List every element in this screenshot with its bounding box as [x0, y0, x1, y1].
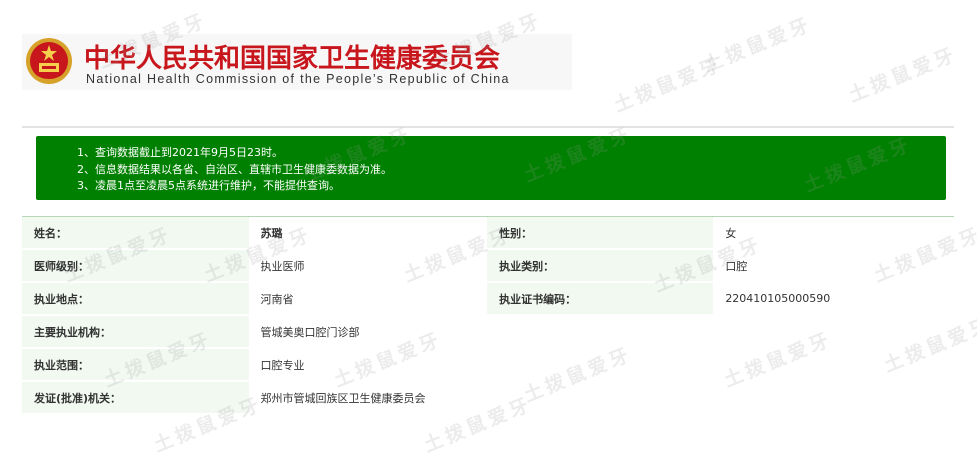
level-label: 医师级别： [22, 248, 249, 283]
institution-label: 主要执业机构： [22, 314, 249, 349]
header-divider [22, 126, 954, 128]
site-title-en: National Health Commission of the People… [86, 72, 510, 86]
issuer-value: 郑州市管城回族区卫生健康委员会 [248, 380, 954, 415]
gender-value: 女 [713, 216, 954, 250]
notice-box: 1、查询数据截止到2021年9月5日23时。 2、信息数据结果以各省、自治区、直… [36, 136, 946, 200]
level-value: 执业医师 [248, 248, 488, 283]
site-title-cn: 中华人民共和国国家卫生健康委员会 [84, 44, 501, 74]
table-row: 执业地点： 河南省 执业证书编码： 220410105000590 [22, 281, 954, 316]
location-value: 河南省 [248, 281, 488, 316]
cert-label: 执业证书编码： [487, 281, 714, 316]
table-row: 主要执业机构： 管城美奥口腔门诊部 [22, 314, 954, 349]
category-label: 执业类别： [487, 248, 714, 283]
nhc-logo: 中华人民共和国国家卫生健康委员会 National Health Commiss… [22, 34, 572, 90]
institution-value: 管城美奥口腔门诊部 [248, 314, 954, 349]
watermark-text: 土拨鼠爱牙 [610, 53, 726, 117]
cert-value: 220410105000590 [713, 281, 954, 316]
notice-line: 3、凌晨1点至凌晨5点系统进行维护，不能提供查询。 [77, 179, 340, 192]
table-row: 发证(批准)机关： 郑州市管城回族区卫生健康委员会 [22, 380, 954, 415]
name-value: 苏璐 [248, 216, 488, 250]
name-label: 姓名： [22, 216, 249, 250]
notice-line: 1、查询数据截止到2021年9月5日23时。 [77, 146, 283, 159]
watermark-text: 土拨鼠爱牙 [700, 13, 816, 77]
notice-line: 2、信息数据结果以各省、自治区、直辖市卫生健康委数据为准。 [77, 162, 392, 176]
national-emblem-icon [26, 38, 72, 84]
table-row: 姓名： 苏璐 性别： 女 [22, 216, 954, 250]
scope-label: 执业范围： [22, 347, 249, 382]
table-row: 执业范围： 口腔专业 [22, 347, 954, 382]
doctor-info-table: 姓名： 苏璐 性别： 女 医师级别： 执业医师 执业类别： 口腔 执业地点： 河… [22, 216, 954, 415]
scope-value: 口腔专业 [248, 347, 954, 382]
category-value: 口腔 [713, 248, 954, 283]
table-row: 医师级别： 执业医师 执业类别： 口腔 [22, 248, 954, 283]
location-label: 执业地点： [22, 281, 249, 316]
watermark-text: 土拨鼠爱牙 [845, 43, 961, 107]
gender-label: 性别： [487, 216, 714, 250]
issuer-label: 发证(批准)机关： [22, 380, 249, 415]
